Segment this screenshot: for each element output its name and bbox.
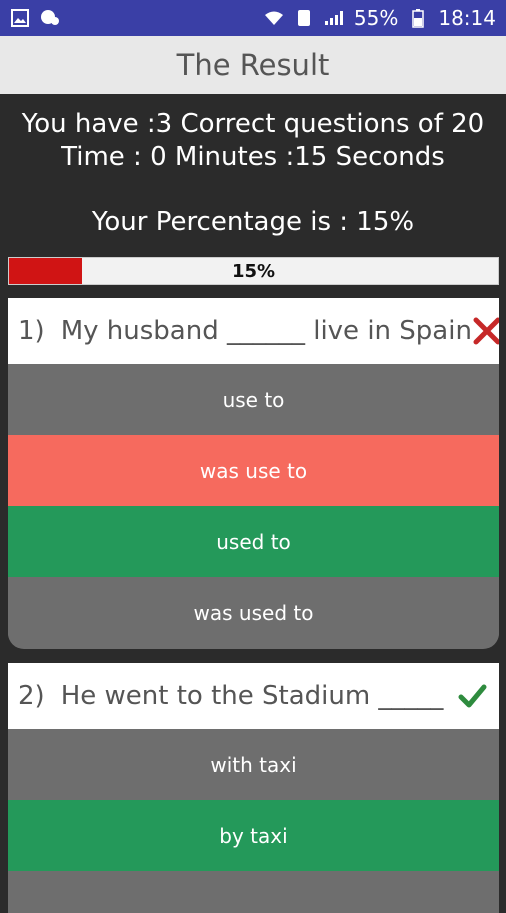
answer-option[interactable]: use to bbox=[8, 364, 499, 435]
cross-icon bbox=[472, 314, 499, 348]
answer-option-correct[interactable]: by taxi bbox=[8, 800, 499, 871]
correct-count-text: You have :3 Correct questions of 20 bbox=[21, 109, 485, 139]
time-text: Time : 0 Minutes :15 Seconds bbox=[61, 142, 445, 172]
question-text: My husband ______ live in Spain bbox=[60, 316, 472, 346]
clock: 18:14 bbox=[438, 6, 496, 30]
check-icon bbox=[455, 679, 489, 713]
answer-option[interactable]: was used to bbox=[8, 577, 499, 648]
percentage-text: Your Percentage is : 15% bbox=[91, 207, 415, 237]
chat-notification-icon bbox=[40, 8, 60, 28]
question-header: 1) My husband ______ live in Spain bbox=[8, 298, 499, 364]
percentage-progress-bar: 15% bbox=[8, 257, 499, 285]
answer-option-correct[interactable]: used to bbox=[8, 506, 499, 577]
progress-label: 15% bbox=[231, 260, 276, 282]
battery-icon bbox=[408, 8, 428, 28]
wifi-icon bbox=[264, 8, 284, 28]
question-number: 1) bbox=[18, 316, 45, 346]
page-title: The Result bbox=[176, 48, 330, 82]
answer-option[interactable]: with taxi bbox=[8, 729, 499, 800]
question-text: He went to the Stadium _____ bbox=[60, 681, 444, 711]
question-card: 2) He went to the Stadium _____ with tax… bbox=[8, 663, 499, 913]
answer-option[interactable] bbox=[8, 871, 499, 913]
question-card: 1) My husband ______ live in Spain use t… bbox=[8, 298, 499, 649]
signal-icon bbox=[324, 8, 344, 28]
gallery-notification-icon bbox=[10, 8, 30, 28]
sim-icon bbox=[294, 8, 314, 28]
page-title-bar: The Result bbox=[0, 36, 506, 94]
battery-percent: 55% bbox=[353, 6, 399, 30]
question-header: 2) He went to the Stadium _____ bbox=[8, 663, 499, 729]
question-number: 2) bbox=[18, 681, 45, 711]
result-summary: You have :3 Correct questions of 20 Time… bbox=[0, 108, 506, 174]
answer-option-selected-wrong[interactable]: was use to bbox=[8, 435, 499, 506]
status-bar: 55% 18:14 bbox=[0, 0, 506, 36]
